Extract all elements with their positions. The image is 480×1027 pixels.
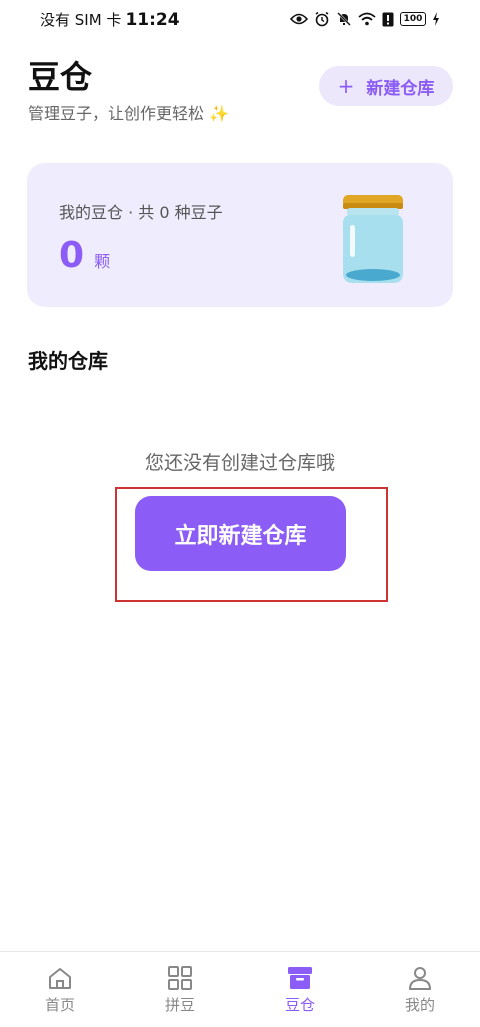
jar-icon	[343, 195, 403, 283]
status-icons: 100	[290, 11, 440, 27]
status-bar: 没有 SIM 卡 11:24 100	[0, 0, 480, 38]
empty-state-text: 您还没有创建过仓库哦	[144, 452, 335, 474]
home-icon	[49, 968, 71, 989]
page-subtitle: 管理豆子，让创作更轻松 ✨	[28, 104, 230, 123]
bean-unit: 颗	[94, 252, 111, 271]
page: 没有 SIM 卡 11:24 100 豆仓 管理豆子，让创作更轻松 ✨ + 新建…	[0, 0, 480, 1027]
nav-item-mine[interactable]: 我的	[360, 952, 480, 1027]
plus-icon: +	[337, 74, 355, 98]
summary-label: 我的豆仓 · 共 0 种豆子	[59, 203, 223, 222]
new-warehouse-label: 新建仓库	[366, 78, 435, 99]
bottom-nav: 首页 拼豆 豆仓 我的	[0, 951, 480, 1027]
nav-item-home[interactable]: 首页	[0, 952, 120, 1027]
page-title: 豆仓	[28, 58, 93, 96]
clock: 11:24	[125, 9, 180, 30]
box-icon	[288, 967, 312, 989]
summary-count: 0 颗	[59, 235, 110, 276]
mute-bell-icon	[337, 12, 351, 26]
user-icon	[409, 967, 431, 990]
nav-label-warehouse: 豆仓	[284, 996, 315, 1014]
bean-count: 0	[59, 235, 85, 276]
nav-label-home: 首页	[44, 996, 75, 1014]
sim-alert-icon	[382, 12, 394, 26]
create-warehouse-button[interactable]: 立即新建仓库	[135, 496, 346, 571]
charging-icon	[433, 12, 439, 26]
wifi-icon	[358, 12, 376, 26]
alarm-icon	[315, 11, 329, 27]
carrier-text: 没有 SIM 卡	[40, 10, 122, 29]
status-left: 没有 SIM 卡 11:24	[40, 9, 180, 30]
nav-item-pindou[interactable]: 拼豆	[120, 952, 240, 1027]
nav-item-warehouse[interactable]: 豆仓	[240, 952, 360, 1027]
grid-icon	[168, 966, 192, 990]
nav-label-pindou: 拼豆	[164, 996, 195, 1014]
new-warehouse-button[interactable]: + 新建仓库	[319, 66, 453, 106]
section-title-warehouses: 我的仓库	[28, 349, 108, 373]
eye-icon	[290, 13, 308, 25]
summary-card: 我的豆仓 · 共 0 种豆子 0 颗	[27, 163, 453, 307]
nav-label-mine: 我的	[404, 996, 435, 1014]
battery-icon: 100	[400, 12, 426, 26]
